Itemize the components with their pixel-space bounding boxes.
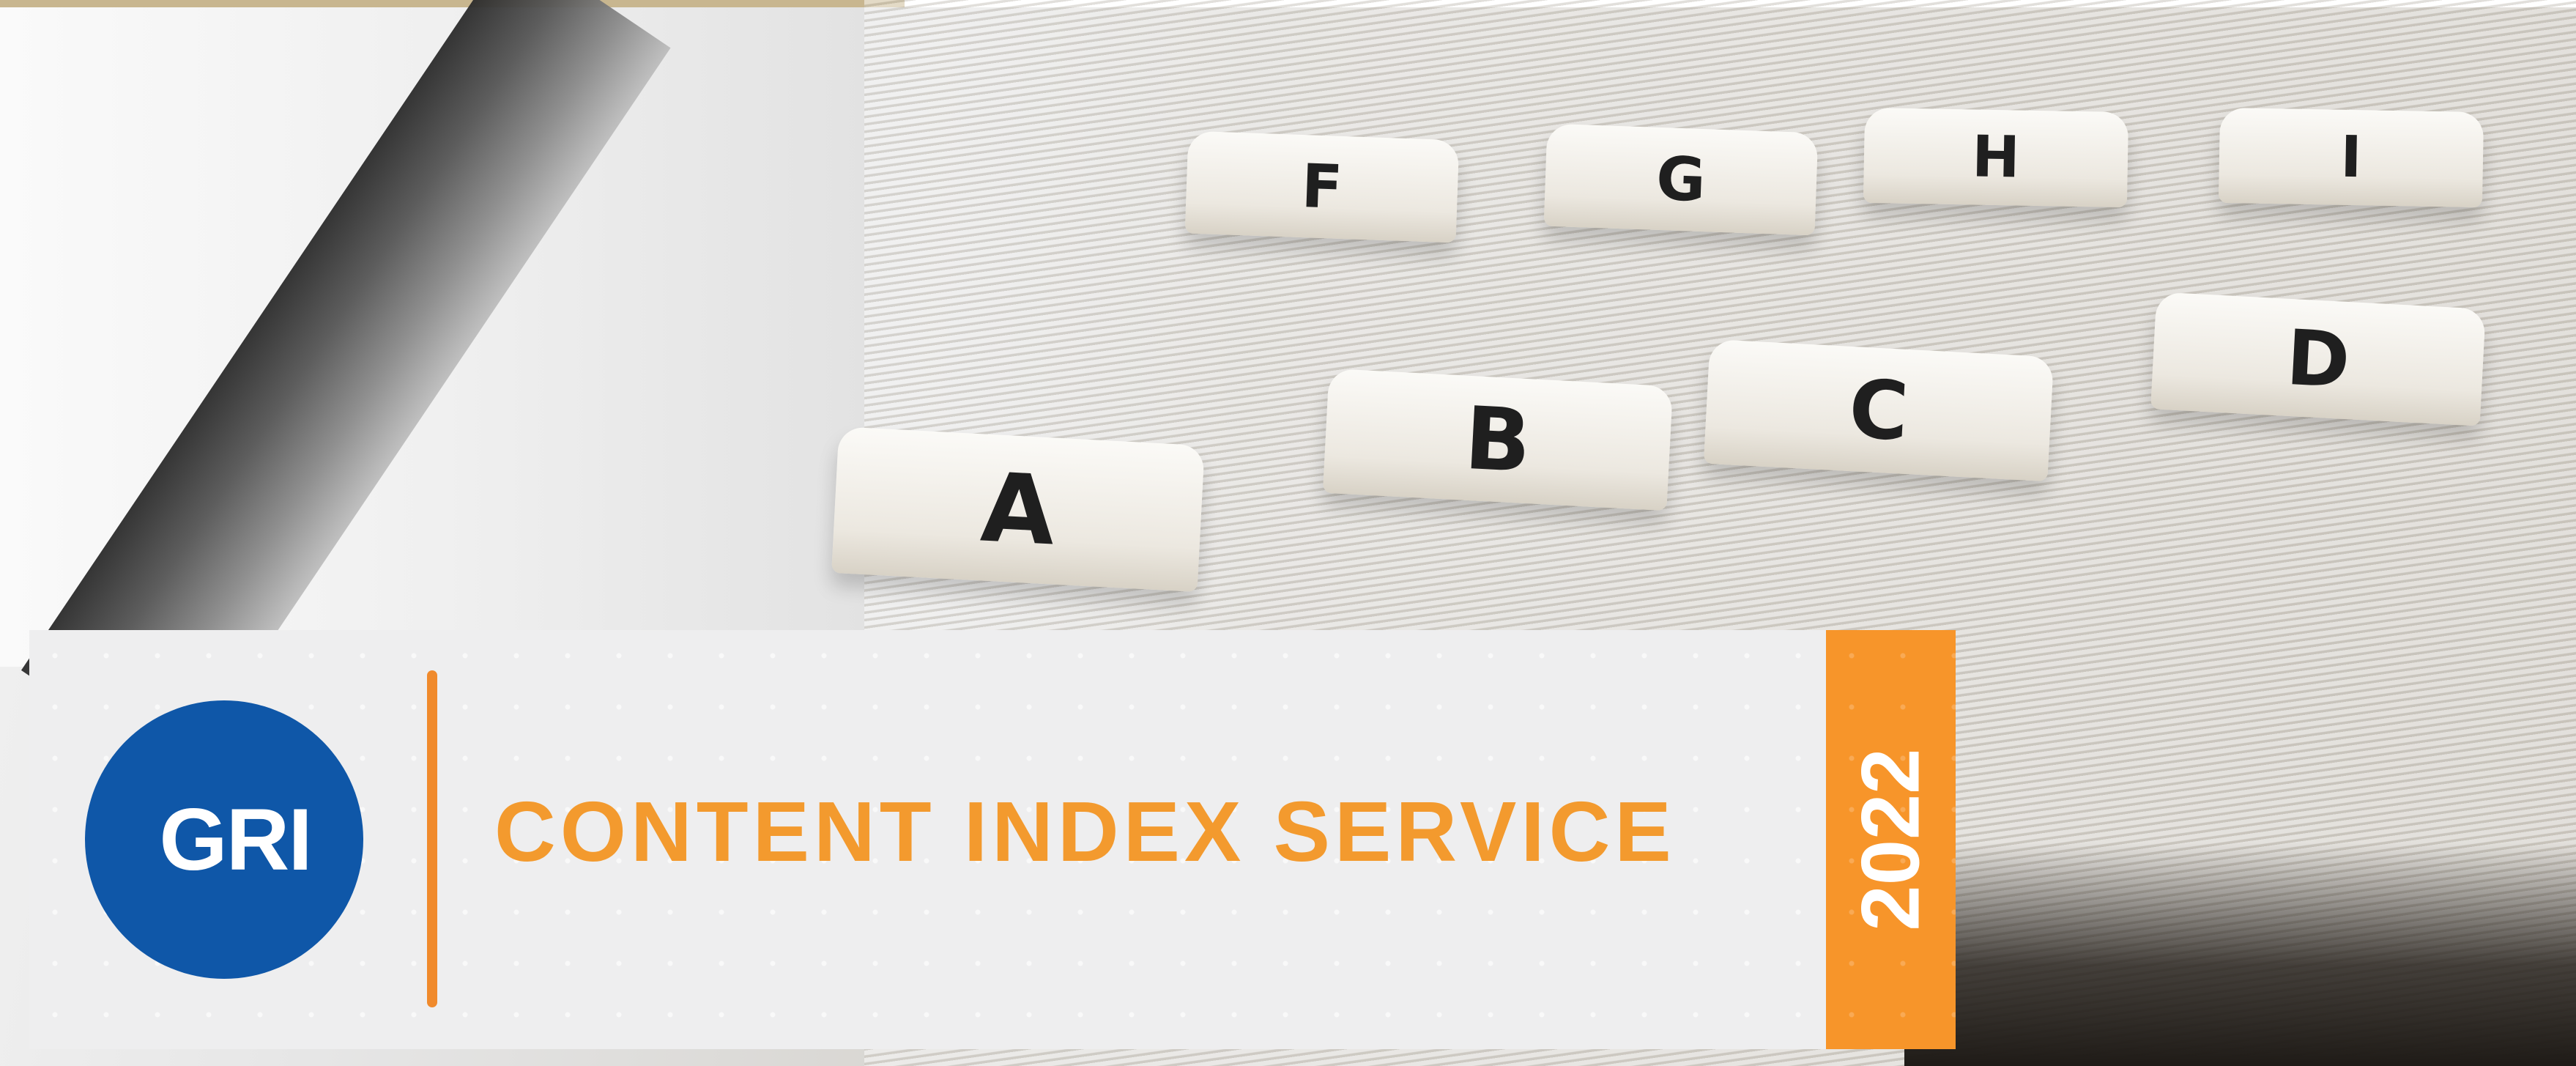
index-tab-d: D: [2150, 292, 2486, 426]
year-band: 2022: [1826, 630, 1956, 1049]
gri-logo: GRI: [85, 700, 363, 979]
banner-title: CONTENT INDEX SERVICE: [494, 784, 1676, 879]
index-tab-g: G: [1543, 123, 1819, 236]
index-tab-h: H: [1863, 107, 2129, 208]
index-tab-c: C: [1703, 338, 2055, 482]
index-tab-i: I: [2218, 107, 2484, 208]
index-tab-b: B: [1322, 368, 1674, 511]
banner-divider: [427, 670, 437, 1007]
index-tab-a: A: [831, 426, 1205, 592]
top-accent-bar: [0, 0, 905, 7]
index-tab-f: F: [1184, 130, 1460, 243]
year-label: 2022: [1844, 748, 1937, 931]
shadow-area: [1904, 843, 2576, 1066]
logo-text: GRI: [159, 791, 312, 889]
